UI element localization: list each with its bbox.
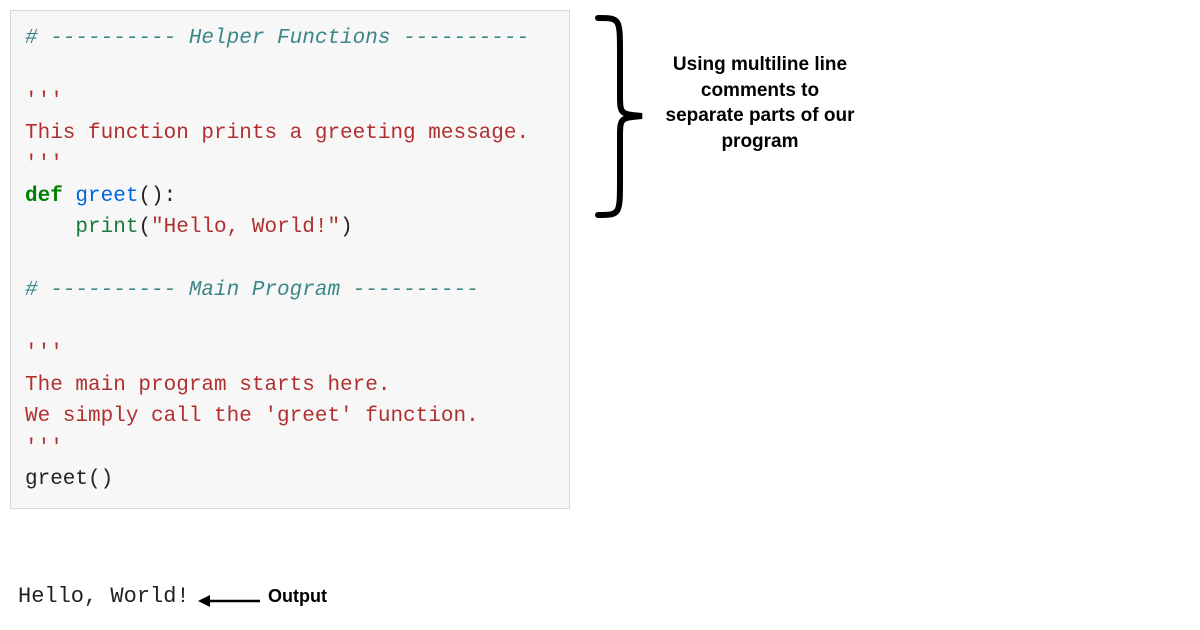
- def-parens: ():: [138, 185, 176, 208]
- call-parens: (): [88, 468, 113, 491]
- print-builtin: print: [75, 216, 138, 239]
- docstring-body-2b: We simply call the 'greet' function.: [25, 405, 479, 428]
- docstring-open-2: ''': [25, 342, 63, 365]
- docstring-close-2: ''': [25, 437, 63, 460]
- hello-string: "Hello, World!": [151, 216, 340, 239]
- docstring-body-2a: The main program starts here.: [25, 374, 390, 397]
- output-label: Output: [268, 586, 327, 607]
- annotation-text: Using multiline line comments to separat…: [660, 52, 860, 155]
- function-call-name: greet: [25, 468, 88, 491]
- section-comment-2: # ---------- Main Program ----------: [25, 279, 479, 302]
- def-keyword: def: [25, 185, 63, 208]
- docstring-body-1: This function prints a greeting message.: [25, 122, 529, 145]
- curly-brace-icon: [590, 14, 650, 219]
- code-block: # ---------- Helper Functions ----------…: [10, 10, 570, 509]
- section-comment-1: # ---------- Helper Functions ----------: [25, 27, 529, 50]
- function-name-def: greet: [75, 185, 138, 208]
- output-text: Hello, World!: [18, 584, 190, 609]
- arrow-left-icon: [198, 594, 260, 596]
- docstring-open-1: ''': [25, 90, 63, 113]
- docstring-close-1: ''': [25, 153, 63, 176]
